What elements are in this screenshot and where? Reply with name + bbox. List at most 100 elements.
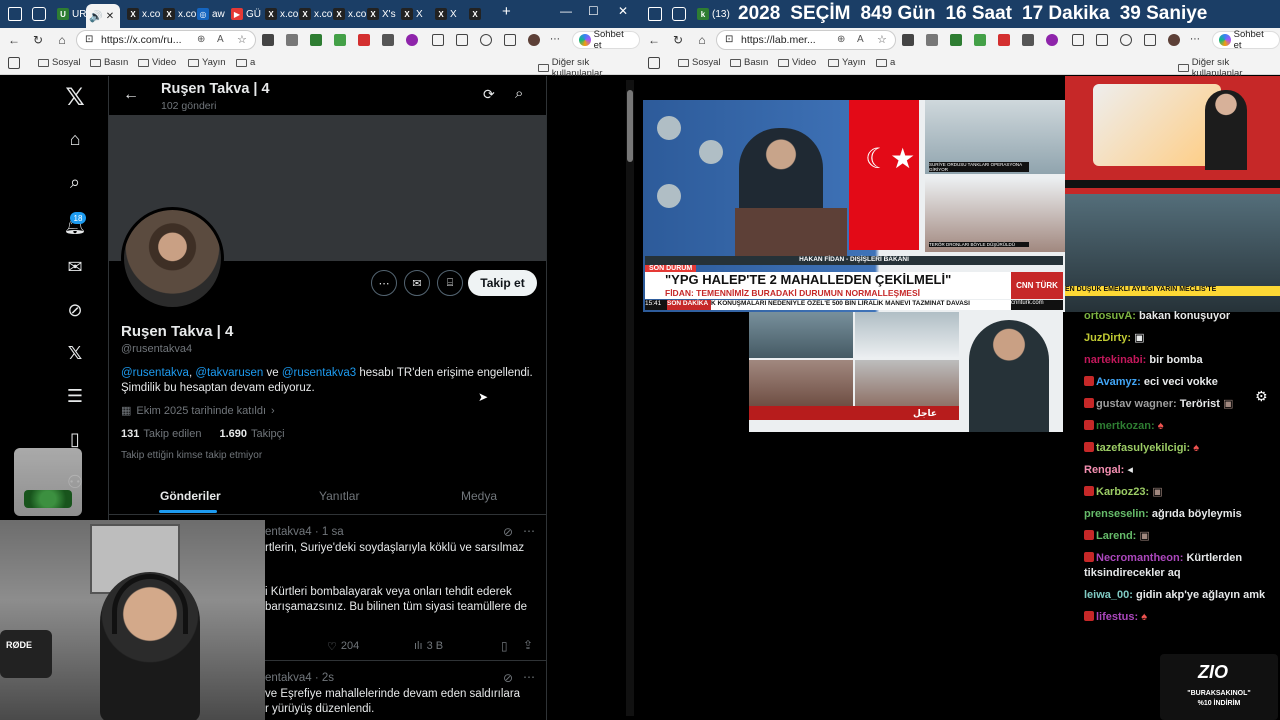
views-action[interactable]: ılı 3 B	[414, 640, 443, 652]
favorites-icon[interactable]	[456, 34, 468, 46]
tab-9[interactable]: XX'sX	[398, 4, 426, 24]
left-scrollbar[interactable]	[626, 80, 634, 716]
read-aloud-icon[interactable]: A	[857, 34, 864, 45]
message-icon[interactable]: ✉	[404, 270, 430, 296]
extension-icon[interactable]	[286, 34, 298, 46]
search-icon[interactable]: ⌕	[515, 85, 523, 102]
left-scroll-thumb[interactable]	[627, 90, 633, 162]
tab-active-audio[interactable]: 🔊 ✕	[86, 4, 120, 28]
extension-icon[interactable]	[358, 34, 370, 46]
maximize-icon[interactable]: ☐	[588, 4, 599, 18]
refresh-icon[interactable]: ↻	[670, 32, 686, 48]
chat-user[interactable]: JuzDirty:	[1084, 332, 1131, 344]
split-screen-icon[interactable]	[1072, 34, 1084, 46]
bookmark-sosyal[interactable]: Sosyal	[678, 57, 721, 68]
site-info-icon[interactable]: ⊡	[725, 34, 733, 45]
bio-mention[interactable]: @rusentakva3	[282, 367, 356, 379]
extension-icon[interactable]	[998, 34, 1010, 46]
chat-user[interactable]: ortosuvA:	[1084, 310, 1136, 322]
tab-10[interactable]: XX	[432, 4, 460, 24]
read-aloud-icon[interactable]: A	[217, 34, 224, 45]
extension-icon[interactable]	[902, 34, 914, 46]
bio-mention[interactable]: @rusentakva	[121, 367, 189, 379]
back-icon[interactable]: ←	[6, 32, 22, 48]
extension-icon[interactable]	[926, 34, 938, 46]
extension-icon[interactable]	[310, 34, 322, 46]
following-label[interactable]: Takip edilen	[143, 428, 201, 440]
bookmark-a[interactable]: a	[236, 57, 255, 68]
bookmark-video[interactable]: Video	[138, 57, 176, 68]
zoom-icon[interactable]: ⊕	[837, 34, 845, 45]
extension-icon[interactable]	[262, 34, 274, 46]
grey-video[interactable]: EN DÜŞÜK EMEKLİ AYLIĞI YARIN MECLİS'TE	[1065, 194, 1280, 312]
browser-essentials-icon[interactable]	[1144, 34, 1156, 46]
grok-icon[interactable]: ⊘	[503, 671, 513, 685]
zoom-icon[interactable]: ⊕	[197, 34, 205, 45]
tab-0[interactable]: U UR	[54, 4, 89, 24]
chat-user[interactable]: Necromantheon:	[1096, 552, 1183, 564]
tab-1[interactable]: Xx.co	[124, 4, 163, 24]
workspaces-icon[interactable]	[8, 7, 22, 21]
follow-button[interactable]: Takip et	[468, 270, 537, 296]
search-icon[interactable]: ⌕	[62, 169, 88, 195]
bookmark-a[interactable]: a	[876, 57, 895, 68]
split-screen-icon[interactable]	[432, 34, 444, 46]
cnn-video[interactable]: ☾★ SURİYE ORDUSU TANKLARI OPERASYONA GİR…	[643, 100, 1065, 312]
address-bar[interactable]: ⊡ https://x.com/ru... ⊕ A ☆	[76, 30, 256, 50]
more-icon[interactable]: ⋯	[1190, 34, 1202, 46]
bio-mention[interactable]: @takvarusen	[195, 367, 263, 379]
post-more-icon[interactable]: ⋯	[523, 670, 535, 684]
chat-user[interactable]: Karboz23:	[1096, 486, 1149, 498]
bookmark-yayin[interactable]: Yayın	[188, 57, 226, 68]
star-list-icon[interactable]	[1120, 34, 1132, 46]
lists-icon[interactable]: ☰	[62, 383, 88, 409]
minimize-icon[interactable]: —	[560, 4, 572, 18]
window-close-icon[interactable]: ✕	[618, 4, 628, 18]
favorite-star-icon[interactable]: ☆	[877, 33, 887, 46]
back-icon[interactable]: ←	[123, 86, 139, 104]
grok-icon[interactable]: ⊘	[503, 525, 513, 539]
more-options-icon[interactable]: ⋯	[371, 270, 397, 296]
workspaces-icon[interactable]	[648, 7, 662, 21]
chat-user[interactable]: leiwa_00:	[1084, 589, 1133, 601]
extension-icon[interactable]	[974, 34, 986, 46]
tab-11[interactable]: X	[466, 4, 484, 24]
favorite-star-icon[interactable]: ☆	[237, 33, 247, 46]
grok-icon[interactable]: ⊘	[62, 297, 88, 323]
grok-summary-icon[interactable]: ⟳	[483, 86, 495, 103]
bookmark-basin[interactable]: Basın	[90, 57, 128, 68]
more-icon[interactable]: ⋯	[550, 34, 562, 46]
extension-icon[interactable]	[382, 34, 394, 46]
home-icon[interactable]: ⌂	[54, 32, 70, 48]
x-logo-icon[interactable]: 𝕏	[62, 84, 88, 111]
tab-replies[interactable]: Yanıtlar	[319, 489, 359, 503]
tab-actions-icon[interactable]	[32, 7, 46, 21]
map-video[interactable]	[1065, 76, 1280, 194]
copilot-button[interactable]: Sohbet et	[572, 29, 640, 51]
settings-gear-icon[interactable]: ⚙	[1255, 388, 1268, 405]
aljazeera-video[interactable]: عاجل	[749, 312, 1063, 432]
chat-user[interactable]: prenseselin:	[1084, 508, 1149, 520]
bookmark-icon[interactable]: ▯	[501, 639, 508, 653]
extension-icon[interactable]	[1022, 34, 1034, 46]
favorites-icon[interactable]	[1096, 34, 1108, 46]
avatar[interactable]	[528, 34, 540, 46]
messages-icon[interactable]: ✉	[62, 254, 88, 280]
bookmark-video[interactable]: Video	[778, 57, 816, 68]
browser-essentials-icon[interactable]	[504, 34, 516, 46]
star-list-icon[interactable]	[480, 34, 492, 46]
chat-user[interactable]: gustav wagner:	[1096, 398, 1177, 410]
tab-posts[interactable]: Gönderiler	[160, 489, 221, 503]
post-more-icon[interactable]: ⋯	[523, 524, 535, 538]
gift-icon[interactable]: ⌸	[437, 270, 463, 296]
chat-user[interactable]: Avamyz:	[1096, 376, 1141, 388]
home-icon[interactable]: ⌂	[62, 126, 88, 152]
chat-user[interactable]: Larend:	[1096, 530, 1136, 542]
chat-user[interactable]: Rengal:	[1084, 464, 1124, 476]
site-info-icon[interactable]: ⊡	[85, 34, 93, 45]
tab-media[interactable]: Medya	[461, 489, 497, 503]
bookmark-basin[interactable]: Basın	[730, 57, 768, 68]
x-premium-icon[interactable]: 𝕏	[62, 340, 88, 366]
bookmark-menu-icon[interactable]	[8, 57, 20, 69]
bookmark-yayin[interactable]: Yayın	[828, 57, 866, 68]
